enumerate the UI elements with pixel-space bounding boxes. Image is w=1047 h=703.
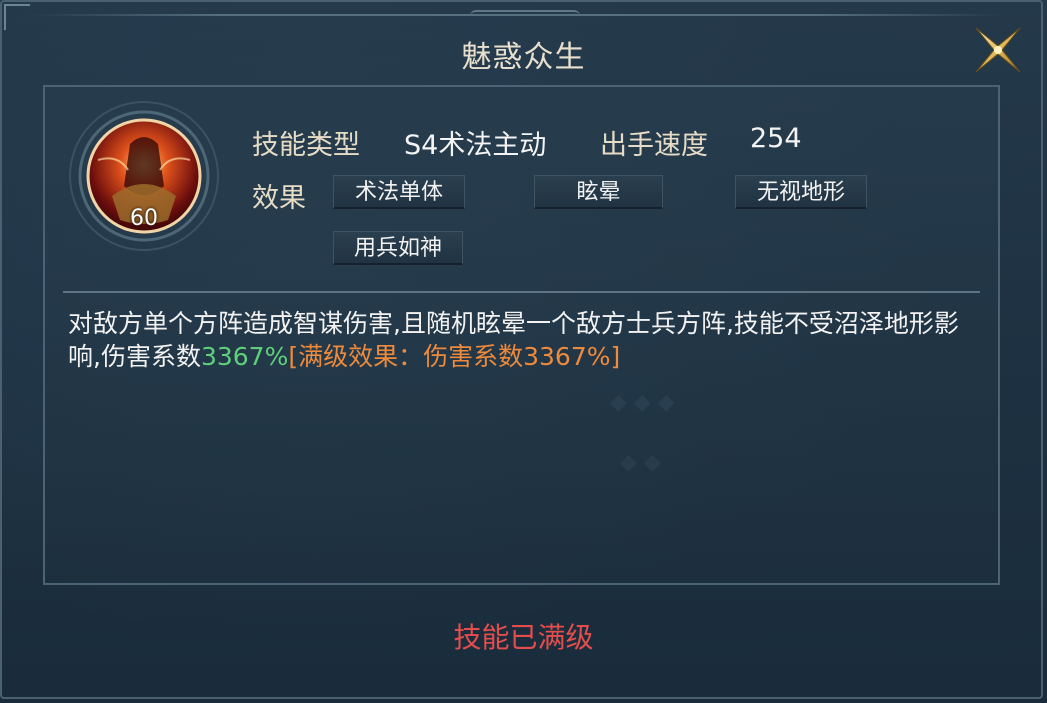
max-level-effect: [满级效果：伤害系数3367%] (288, 342, 621, 371)
skill-dialog: ◆ ◆ ◆ ◆ ◆ 魅惑众生 (0, 0, 1047, 703)
close-icon[interactable] (970, 22, 1026, 78)
divider (63, 291, 980, 293)
skill-type-value: S4术法主动 (404, 130, 547, 161)
max-level-status: 技能已满级 (453, 621, 594, 654)
skill-level-badge: 60 (130, 206, 158, 231)
effect-tag: 术法单体 (333, 175, 465, 209)
title-ornament (470, 10, 580, 22)
frame-corner-ornament (4, 4, 30, 30)
skill-type-label: 技能类型 (252, 130, 360, 161)
speed-label: 出手速度 (600, 130, 708, 161)
speed-value: 254 (750, 123, 802, 154)
effect-tag: 无视地形 (735, 175, 867, 209)
skill-portrait-icon: 60 (68, 100, 220, 252)
skill-description: 对敌方单个方阵造成智谋伤害,且随机眩晕一个敌方士兵方阵,技能不受沼泽地形影响,伤… (68, 307, 973, 373)
effect-label: 效果 (252, 183, 306, 214)
effect-tag: 用兵如神 (333, 231, 463, 265)
effect-tag: 眩晕 (534, 175, 663, 209)
damage-coefficient: 3367% (200, 342, 289, 371)
dialog-title: 魅惑众生 (461, 40, 586, 75)
